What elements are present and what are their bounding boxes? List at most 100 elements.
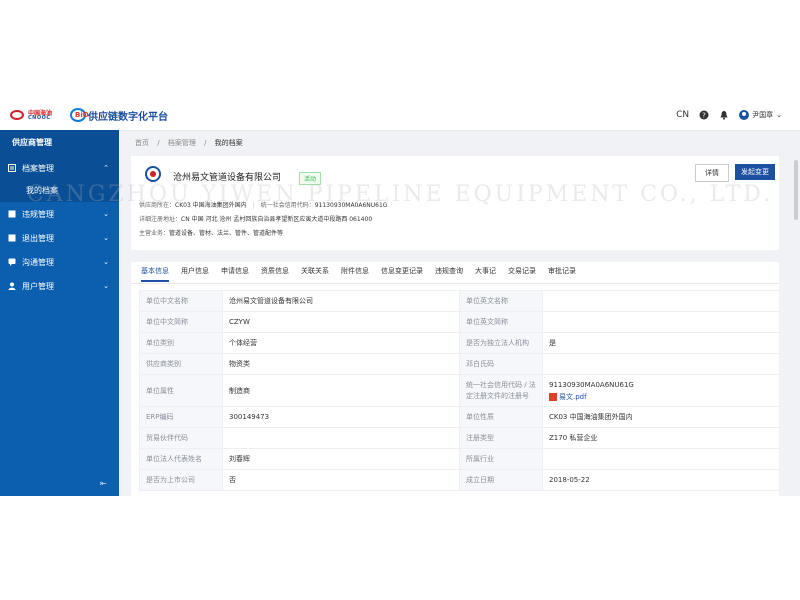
- archive-icon: [8, 164, 16, 172]
- user-menu[interactable]: 尹国章 ⌄: [739, 110, 782, 120]
- chat-icon: [8, 258, 16, 266]
- chevron-down-icon: ⌄: [103, 234, 109, 242]
- field-label: ERP编码: [139, 406, 223, 428]
- tab-divider: [131, 283, 779, 284]
- breadcrumb-section[interactable]: 档案管理: [168, 139, 196, 147]
- user-name: 尹国章: [752, 111, 774, 119]
- chevron-down-icon: ⌄: [776, 111, 782, 119]
- field-label: 单位属性: [139, 374, 223, 407]
- field-value: 物资类: [222, 353, 460, 375]
- field-value: 制造商: [222, 374, 460, 407]
- sidebar-title: 供应商管理: [0, 130, 119, 156]
- table-row: ERP编码 300149473 单位性质 CK03 中国海油集团外国内: [139, 406, 780, 428]
- attachment-filename[interactable]: 易文.pdf: [559, 393, 587, 401]
- tab-qualification-info[interactable]: 资质信息: [261, 266, 289, 282]
- breadcrumb-current: 我的档案: [214, 139, 243, 147]
- detail-panel: 基本信息 用户信息 申请信息 资质信息 关联关系 附件信息 信息变更记录 违规查…: [131, 262, 780, 496]
- collapse-icon[interactable]: ⇤: [100, 479, 107, 488]
- field-value: CZYW: [222, 311, 460, 333]
- language-switch[interactable]: CN: [676, 110, 689, 120]
- field-value: Z170 私营企业: [542, 427, 780, 449]
- detail-button[interactable]: 详情: [695, 164, 729, 182]
- breadcrumb-home[interactable]: 首页: [135, 139, 149, 147]
- platform-logo-mark-text: BiO: [75, 111, 89, 119]
- field-value: [542, 448, 780, 470]
- header-actions: CN ? 尹国章 ⌄: [676, 100, 782, 130]
- tab-change-records[interactable]: 信息变更记录: [381, 266, 423, 282]
- violation-icon: [8, 210, 16, 218]
- company-watermark: CANGZHOU YIWEN PIPELINE EQUIPMENT CO., L…: [26, 182, 774, 207]
- tab-events[interactable]: 大事记: [475, 266, 496, 282]
- tab-attachments[interactable]: 附件信息: [341, 266, 369, 282]
- breadcrumb-separator: /: [157, 139, 160, 147]
- company-logo: [145, 166, 161, 182]
- chevron-down-icon: ⌄: [103, 258, 109, 266]
- field-value: 沧州易文管道设备有限公司: [222, 290, 460, 312]
- table-row: 单位中文名称 沧州易文管道设备有限公司 单位英文名称: [139, 290, 780, 312]
- tab-transactions[interactable]: 交易记录: [508, 266, 536, 282]
- tab-relationships[interactable]: 关联关系: [301, 266, 329, 282]
- field-label: 注册类型: [459, 427, 543, 449]
- sidebar-item-label: 沟通管理: [22, 257, 54, 267]
- field-value: 2018-05-22: [542, 469, 780, 491]
- field-value: [542, 290, 780, 312]
- top-header: 中国海油 CNOOC BiO 供应链数字化平台 CN ? 尹国章 ⌄: [0, 100, 800, 131]
- sidebar-item-label: 档案管理: [22, 163, 54, 173]
- avatar: [739, 110, 750, 120]
- field-label: 是否为上市公司: [139, 469, 223, 491]
- field-value: 300149473: [222, 406, 460, 428]
- field-value: 91130930MA0A6NU61G: [549, 380, 634, 389]
- table-row: 供应商类别 物资类 邓白氏码: [139, 353, 780, 375]
- field-label: 单位中文简称: [139, 311, 223, 333]
- tab-approval-records[interactable]: 审批记录: [548, 266, 576, 282]
- tab-bar: 基本信息 用户信息 申请信息 资质信息 关联关系 附件信息 信息变更记录 违规查…: [141, 266, 588, 282]
- table-row: 单位属性 制造商 统一社会信用代码 / 法定注册文件的注册号 91130930M…: [139, 374, 780, 407]
- breadcrumb-separator: /: [204, 139, 207, 147]
- field-value: 刘春辉: [222, 448, 460, 470]
- field-label: 单位英文简称: [459, 311, 543, 333]
- cnooc-logo-mark: [10, 110, 24, 120]
- breadcrumb: 首页 / 档案管理 / 我的档案: [135, 138, 243, 148]
- tab-user-info[interactable]: 用户信息: [181, 266, 209, 282]
- field-label: 邓白氏码: [459, 353, 543, 375]
- chevron-up-icon: ⌃: [103, 164, 109, 172]
- sidebar-item-communication[interactable]: 沟通管理 ⌄: [0, 250, 119, 274]
- field-label: 单位法人代表姓名: [139, 448, 223, 470]
- tab-basic-info[interactable]: 基本信息: [141, 266, 169, 282]
- user-icon: [8, 282, 16, 290]
- svg-text:?: ?: [702, 112, 706, 120]
- field-label: 是否为独立法人机构: [459, 332, 543, 354]
- chevron-down-icon: ⌄: [103, 282, 109, 290]
- field-value: 个体经营: [222, 332, 460, 354]
- field-value: 是: [542, 332, 780, 354]
- tab-violation-query[interactable]: 违规查询: [435, 266, 463, 282]
- field-label: 单位中文名称: [139, 290, 223, 312]
- table-row: 单位法人代表姓名 刘春辉 所属行业: [139, 448, 780, 470]
- bell-icon[interactable]: [719, 110, 729, 120]
- business-value: 管道设备、管材、法兰、管件、管道配件等: [169, 230, 284, 237]
- chevron-down-icon: ⌄: [103, 210, 109, 218]
- sidebar-item-archive[interactable]: 档案管理 ⌃: [0, 156, 119, 180]
- company-meta-row-3: 主营业务：管道设备、管材、法兰、管件、管道配件等: [139, 228, 283, 237]
- field-label: 单位英文名称: [459, 290, 543, 312]
- attachment-link[interactable]: 易文.pdf: [549, 391, 773, 403]
- sidebar-item-label: 退出管理: [22, 233, 54, 243]
- field-label: 统一社会信用代码 / 法定注册文件的注册号: [459, 374, 543, 407]
- credit-code-cell: 91130930MA0A6NU61G 易文.pdf: [542, 374, 780, 407]
- table-row: 是否为上市公司 否 成立日期 2018-05-22: [139, 469, 780, 491]
- sidebar-item-users[interactable]: 用户管理 ⌄: [0, 274, 119, 298]
- sidebar-item-exit[interactable]: 退出管理 ⌄: [0, 226, 119, 250]
- field-value: [222, 427, 460, 449]
- help-icon[interactable]: ?: [699, 110, 709, 120]
- tab-application-info[interactable]: 申请信息: [221, 266, 249, 282]
- business-label: 主营业务：: [139, 230, 170, 237]
- field-label: 贸易伙伴代码: [139, 427, 223, 449]
- table-row: 单位类别 个体经营 是否为独立法人机构 是: [139, 332, 780, 354]
- basic-info-table: 单位中文名称 沧州易文管道设备有限公司 单位英文名称 单位中文简称 CZYW 单…: [139, 290, 780, 491]
- field-value: CK03 中国海油集团外国内: [542, 406, 780, 428]
- field-value: [542, 311, 780, 333]
- field-label: 供应商类别: [139, 353, 223, 375]
- cnooc-logo: 中国海油 CNOOC: [10, 108, 66, 122]
- initiate-change-button[interactable]: 发起变更: [735, 164, 775, 180]
- field-value: [542, 353, 780, 375]
